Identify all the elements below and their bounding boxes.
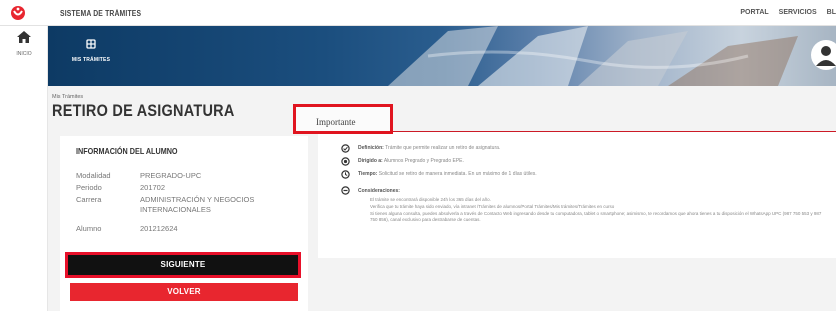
definition-item: Definición: Trámite que permite realizar… [358, 145, 500, 151]
important-tab[interactable]: Importante [293, 104, 393, 134]
target-circle-icon [341, 157, 350, 166]
home-label: INICIO [16, 51, 32, 57]
time-text: Solicitud se retiro de manera inmediata.… [378, 171, 537, 177]
consideration-bullet: Si tienes alguna consulta, puedes absolv… [370, 211, 822, 222]
home-icon [17, 31, 31, 43]
considerations-item: Consideraciones: [358, 188, 400, 194]
audience-text: Alumnos Pregrado y Pregrado EPE. [383, 158, 464, 164]
clock-icon [341, 170, 350, 179]
definition-title: Definición: [358, 145, 384, 151]
important-divider [393, 131, 836, 132]
page-title: RETIRO DE ASIGNATURA [52, 101, 235, 120]
definition-text: Trámite que permite realizar un retiro d… [385, 145, 501, 151]
student-label: Alumno [76, 224, 102, 233]
consideration-bullet: El trámite se encontrará disponible 24h … [370, 197, 491, 202]
period-value: 201702 [140, 183, 166, 192]
mis-tramites-nav[interactable]: MIS TRÁMITES [66, 36, 116, 63]
system-title: SISTEMA DE TRÁMITES [60, 9, 142, 18]
bl-link[interactable]: BL [827, 9, 836, 16]
student-info-heading: INFORMACIÓN DEL ALUMNO [76, 146, 178, 156]
career-value: ADMINISTRACIÓN Y NEGOCIOS INTERNACIONALE… [140, 195, 255, 214]
modality-value: PREGRADO-UPC [140, 171, 202, 180]
portal-link[interactable]: PORTAL [740, 9, 768, 16]
home-nav-item[interactable]: INICIO [12, 30, 36, 57]
next-button[interactable]: SIGUIENTE [65, 252, 301, 278]
top-links: PORTAL SERVICIOS BL [740, 9, 836, 16]
services-link[interactable]: SERVICIOS [779, 9, 817, 16]
period-label: Periodo [76, 183, 102, 192]
check-circle-icon [341, 144, 350, 153]
time-item: Tiempo: Solicitud se retiro de manera in… [358, 171, 537, 177]
time-title: Tiempo: [358, 171, 378, 177]
upc-logo-icon[interactable] [10, 5, 26, 21]
modality-label: Modalidad [76, 171, 111, 180]
audience-item: Dirigido a: Alumnos Pregrado y Pregrado … [358, 158, 464, 164]
student-value: 201212624 [140, 224, 178, 233]
header-banner: MIS TRÁMITES [48, 26, 836, 86]
career-label: Carrera [76, 195, 102, 204]
breadcrumb[interactable]: Mis Trámites [52, 94, 83, 100]
user-avatar-icon[interactable] [806, 38, 836, 72]
mis-tramites-label: MIS TRÁMITES [71, 57, 111, 63]
left-nav: INICIO [0, 26, 48, 311]
important-tab-label: Importante [316, 117, 356, 127]
audience-title: Dirigido a: [358, 158, 383, 164]
banner-photo [388, 26, 798, 86]
consideration-bullet: Verifica que tu trámite haya sido enviad… [370, 204, 615, 209]
top-bar: SISTEMA DE TRÁMITES PORTAL SERVICIOS BL [0, 0, 836, 26]
considerations-title: Consideraciones: [358, 188, 400, 194]
tramites-icon [86, 39, 96, 49]
minus-circle-icon [341, 186, 350, 195]
back-button[interactable]: VOLVER [70, 283, 298, 301]
